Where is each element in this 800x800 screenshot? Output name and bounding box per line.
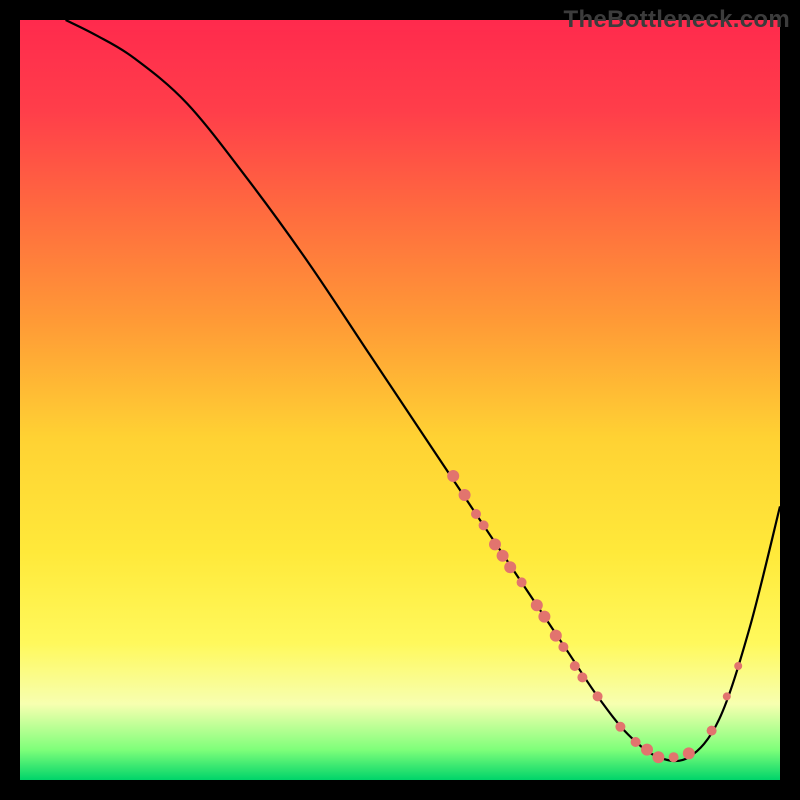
curve-marker (593, 691, 603, 701)
curve-marker (570, 661, 580, 671)
curve-marker (707, 726, 717, 736)
curve-marker (517, 577, 527, 587)
plot-area (20, 20, 780, 780)
curve-marker (734, 662, 742, 670)
chart-frame: TheBottleneck.com (0, 0, 800, 800)
curve-marker (459, 489, 471, 501)
curve-marker (447, 470, 459, 482)
curve-marker (683, 747, 695, 759)
curve-marker (558, 642, 568, 652)
curve-marker (723, 692, 731, 700)
curve-marker (641, 744, 653, 756)
curve-marker (538, 611, 550, 623)
chart-svg (20, 20, 780, 780)
curve-marker (504, 561, 516, 573)
curve-marker (577, 672, 587, 682)
curve-marker (531, 599, 543, 611)
curve-marker (652, 751, 664, 763)
watermark-text: TheBottleneck.com (564, 6, 790, 34)
curve-marker (471, 509, 481, 519)
curve-marker (489, 538, 501, 550)
curve-marker (615, 722, 625, 732)
curve-marker (497, 550, 509, 562)
curve-marker (550, 630, 562, 642)
curve-marker (479, 520, 489, 530)
curve-marker (631, 737, 641, 747)
curve-marker (669, 752, 679, 762)
